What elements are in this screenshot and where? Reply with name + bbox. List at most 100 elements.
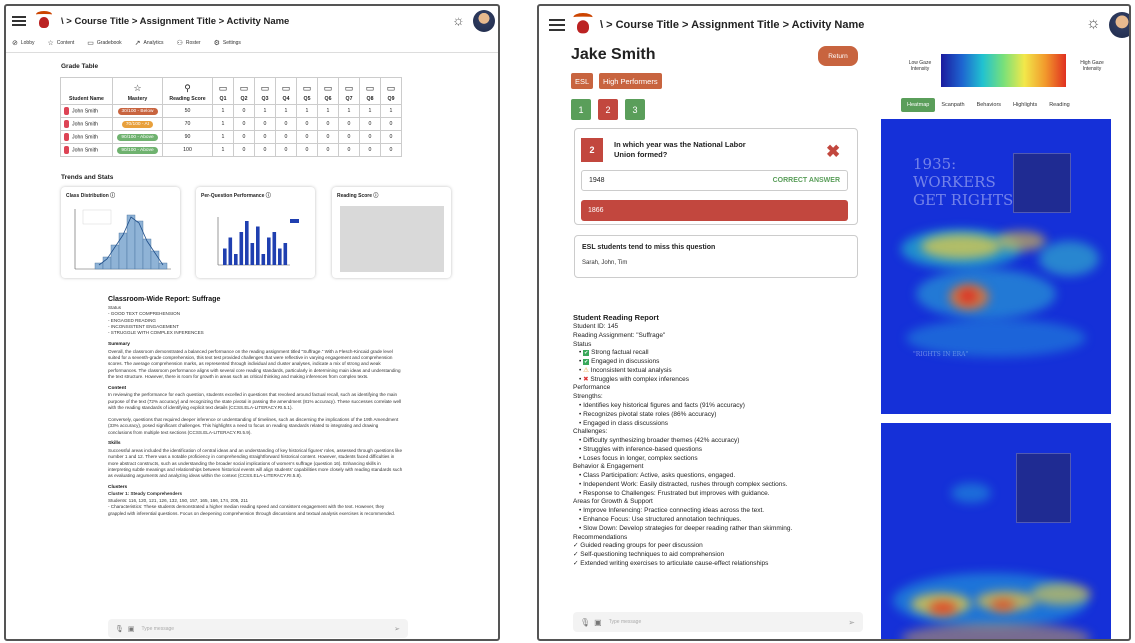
gaze-spot [906, 319, 1086, 357]
top-bar: \ > Course Title > Assignment Title > Ac… [539, 6, 1129, 44]
histogram-bar [118, 232, 128, 270]
performance-bar [272, 232, 277, 265]
tab-highlights[interactable]: Highlights [1007, 98, 1043, 112]
performance-bar [283, 243, 288, 265]
content-heading: Content [108, 385, 127, 391]
question-score-cell: 0 [317, 117, 339, 131]
column-header: ⚲ Reading Score [162, 77, 213, 105]
question-score-cell: 1 [212, 104, 234, 118]
trends-title: Trends and Stats [61, 174, 114, 181]
recommendation-item: ✓ Guided reading groups for peer discuss… [573, 542, 703, 550]
column-header: ▭ Q6 [317, 77, 339, 105]
mastery-cell: 90/100 - Above [112, 143, 163, 157]
mastery-badge: 70/100 - At [121, 120, 154, 128]
table-row[interactable]: John Smith 90/100 - Above 90 1 0 0 0 0 0 0 0 0 [60, 130, 402, 144]
histogram-chart [74, 209, 171, 270]
question-icon: ▭ [323, 83, 333, 93]
theme-toggle-icon[interactable]: ☼ [1086, 15, 1101, 33]
challenge-item: • Loses focus in longer, complex section… [579, 454, 698, 462]
question-score-cell: 0 [233, 130, 255, 144]
insight-card: ESL students tend to miss this question … [574, 235, 858, 278]
gaze-gradient-bar [941, 54, 1066, 87]
question-button-2[interactable]: 2 [598, 99, 618, 120]
message-bar: 🎙 ▣ Type message ➢ [573, 612, 863, 632]
table-row[interactable]: John Smith 30/100 - Below 50 1 0 1 1 1 1 1 1 1 [60, 104, 402, 118]
status-item: - STRUGGLE WITH COMPLEX INFERENCES [108, 330, 204, 336]
table-row[interactable]: John Smith 90/100 - Above 100 1 0 0 0 0 0 0 0 0 [60, 143, 402, 157]
microphone-icon[interactable]: 🎙 [580, 618, 590, 627]
mastery-badge: 90/100 - Above [117, 133, 158, 141]
recommendation-item: ✓ Self-questioning techniques to aid com… [573, 551, 725, 559]
question-button-1[interactable]: 1 [571, 99, 591, 120]
tab-behaviors[interactable]: Behaviors [971, 98, 1007, 112]
classroom-report: Classroom-Wide Report: Suffrage Status -… [108, 295, 403, 517]
mastery-cell: 30/100 - Below [112, 104, 163, 118]
performance-bar [239, 232, 244, 265]
reading-score-cell: 90 [162, 130, 213, 144]
reading-score-placeholder [340, 206, 444, 272]
reading-score-cell: 70 [162, 117, 213, 131]
cross-icon: ✖ [583, 375, 589, 383]
theme-toggle-icon[interactable]: ☼ [452, 12, 465, 28]
recommendations-label: Recommendations [573, 533, 628, 541]
send-icon[interactable]: ➢ [394, 625, 400, 633]
gaze-spot [901, 623, 1091, 639]
column-header: ▭ Q8 [359, 77, 381, 105]
nav-lobby[interactable]: ⊘ Lobby [12, 39, 35, 47]
question-score-cell: 1 [212, 117, 234, 131]
nav-analytics[interactable]: ↗ Analytics [135, 39, 164, 47]
question-score-cell: 0 [317, 143, 339, 157]
message-input[interactable]: Type message [609, 619, 642, 625]
status-item: • ⚠ Inconsistent textual analysis [579, 366, 672, 374]
student-answer-option: 1866 [581, 200, 848, 221]
microphone-icon[interactable]: 🎙 [115, 625, 124, 633]
gaze-spot [921, 234, 1001, 259]
tab-scanpath[interactable]: Scanpath [935, 98, 970, 112]
question-button-3[interactable]: 3 [625, 99, 645, 120]
question-number: 2 [581, 138, 603, 162]
menu-icon[interactable] [12, 16, 26, 26]
growth-label: Areas for Growth & Support [573, 498, 653, 506]
question-score-cell: 0 [233, 104, 255, 118]
strengths-label: Strengths: [573, 393, 603, 401]
histogram-bar [142, 238, 152, 270]
question-score-cell: 0 [254, 130, 276, 144]
nav-gradebook[interactable]: ▭ Gradebook [87, 39, 121, 47]
question-score-cell: 0 [359, 117, 381, 131]
status-label: Status [573, 340, 592, 348]
growth-item: • Slow Down: Develop strategies for deep… [579, 524, 793, 532]
photo-portrait [1016, 453, 1071, 523]
avatar[interactable] [1109, 12, 1129, 38]
nav-settings[interactable]: ⚙ Settings [214, 39, 241, 47]
checkmark-icon: ✓ [573, 542, 579, 550]
column-header: ▭ Q5 [296, 77, 318, 105]
question-score-cell: 0 [275, 130, 297, 144]
question-card: 2 In which year was the National Labor U… [574, 128, 858, 225]
image-icon[interactable]: ▣ [594, 618, 602, 627]
tab-heatmap[interactable]: Heatmap [901, 98, 936, 112]
question-score-cell: 0 [359, 130, 381, 144]
legend-high-label: High Gaze Intensity [1080, 60, 1104, 72]
send-icon[interactable]: ➢ [848, 618, 855, 627]
tab-reading[interactable]: Reading [1043, 98, 1076, 112]
image-icon[interactable]: ▣ [128, 625, 135, 633]
insight-title: ESL students tend to miss this question [582, 244, 716, 251]
nav-roster[interactable]: ⚇ Roster [177, 39, 201, 47]
avatar[interactable] [473, 10, 495, 32]
histogram-bar [134, 220, 144, 270]
growth-item: • Improve Inferencing: Practice connecti… [579, 507, 765, 515]
menu-icon[interactable] [549, 19, 565, 31]
student-icon [64, 107, 69, 115]
table-row[interactable]: John Smith 70/100 - At 70 1 0 0 0 0 0 0 0 0 [60, 117, 402, 131]
message-input[interactable]: Type message [142, 626, 175, 632]
heatmap-page-2 [881, 423, 1111, 639]
nav-content[interactable]: ☆ Content [48, 39, 75, 47]
divider [6, 52, 498, 53]
question-icon: ▭ [218, 83, 228, 93]
recommendation-item: ✓ Extended writing exercises to articula… [573, 559, 769, 567]
return-button[interactable]: Return [818, 46, 858, 66]
warning-icon: ⚠ [583, 366, 589, 374]
photo-portraits [1013, 153, 1071, 213]
check-icon: ✔ [583, 359, 590, 366]
question-icon: ▭ [386, 83, 396, 93]
